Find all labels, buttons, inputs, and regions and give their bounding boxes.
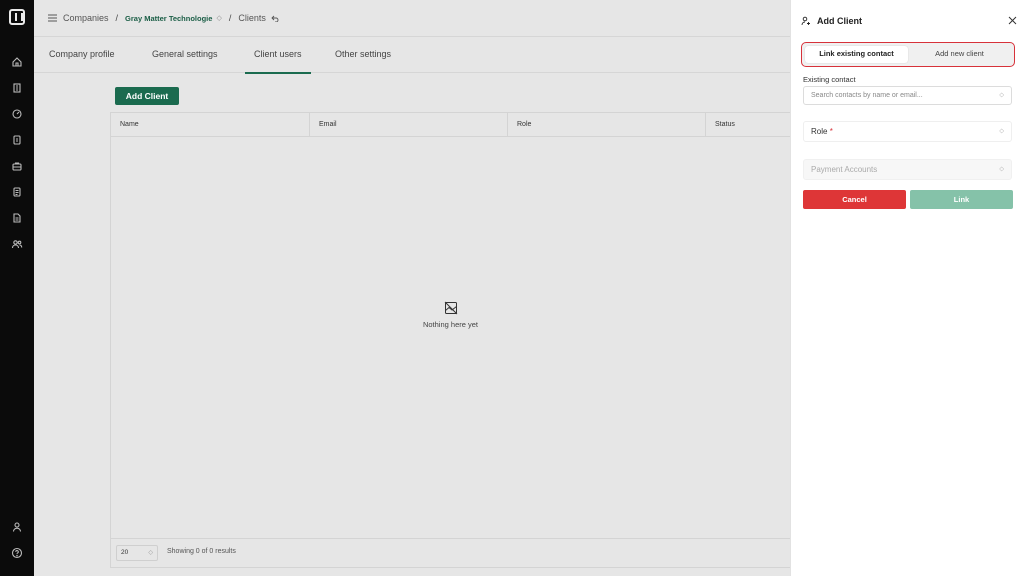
tab-general-settings[interactable]: General settings	[152, 49, 218, 59]
table-header: Name Email Role Status	[111, 113, 790, 137]
per-page-select[interactable]: 20 ◇	[116, 545, 158, 561]
role-select[interactable]: Role * ◇	[803, 121, 1012, 142]
building-icon[interactable]	[11, 82, 23, 94]
chevron-updown-icon: ◇	[999, 166, 1004, 172]
breadcrumb-separator: /	[228, 13, 232, 23]
panel-title: Add Client	[817, 16, 862, 26]
panel-header: Add Client	[801, 14, 1017, 28]
breadcrumb-current: Clients	[238, 13, 266, 23]
no-image-icon	[444, 301, 458, 315]
chevron-updown-icon: ◇	[999, 92, 1004, 98]
contact-search-select[interactable]: Search contacts by name or email... ◇	[803, 86, 1012, 105]
invoice-icon[interactable]	[11, 212, 23, 224]
column-header-status[interactable]: Status	[705, 113, 791, 137]
role-label: Role	[811, 127, 828, 136]
breadcrumb-company[interactable]: Gray Matter Technologie	[125, 14, 212, 23]
breadcrumb-companies[interactable]: Companies	[63, 13, 109, 23]
existing-contact-label: Existing contact	[803, 75, 856, 84]
clients-table: Name Email Role Status Nothing here yet …	[110, 112, 790, 568]
results-summary: Showing 0 of 0 results	[167, 548, 236, 555]
settings-tabs: Company profile General settings Client …	[34, 38, 790, 74]
briefcase-icon[interactable]	[11, 160, 23, 172]
mode-toggle: Link existing contact Add new client	[801, 42, 1015, 67]
breadcrumb: Companies / Gray Matter Technologie ◇ / …	[34, 0, 790, 37]
gauge-icon[interactable]	[11, 108, 23, 120]
empty-state-text: Nothing here yet	[422, 320, 479, 329]
add-client-button[interactable]: Add Client	[115, 87, 179, 105]
tab-company-profile[interactable]: Company profile	[49, 49, 115, 59]
tab-client-users[interactable]: Client users	[245, 49, 310, 74]
segment-add-new[interactable]: Add new client	[908, 46, 1011, 63]
table-footer: 20 ◇ Showing 0 of 0 results	[111, 538, 790, 567]
help-icon[interactable]	[11, 547, 23, 559]
per-page-value: 20	[121, 549, 129, 556]
home-icon[interactable]	[11, 56, 23, 68]
chevron-updown-icon: ◇	[148, 550, 153, 556]
required-marker: *	[829, 127, 833, 136]
tab-other-settings[interactable]: Other settings	[335, 49, 391, 59]
contact-search-placeholder: Search contacts by name or email...	[811, 92, 923, 99]
payment-accounts-label: Payment Accounts	[811, 165, 878, 174]
main-content: Companies / Gray Matter Technologie ◇ / …	[34, 0, 790, 576]
column-header-name[interactable]: Name	[111, 113, 309, 137]
chevron-updown-icon: ◇	[999, 128, 1004, 134]
left-nav-rail	[0, 0, 34, 576]
add-client-panel: Add Client Link existing contact Add new…	[790, 0, 1024, 576]
empty-state: Nothing here yet	[111, 301, 790, 329]
breadcrumb-separator: /	[115, 13, 119, 23]
close-icon[interactable]	[1008, 16, 1017, 25]
app-logo[interactable]	[9, 9, 25, 25]
link-button[interactable]: Link	[910, 190, 1013, 209]
payment-accounts-select[interactable]: Payment Accounts ◇	[803, 159, 1012, 180]
document-icon[interactable]	[11, 186, 23, 198]
chevron-updown-icon[interactable]: ◇	[216, 14, 221, 22]
segment-link-existing[interactable]: Link existing contact	[805, 46, 908, 63]
add-user-icon	[801, 16, 811, 26]
column-header-role[interactable]: Role	[507, 113, 705, 137]
column-header-email[interactable]: Email	[309, 113, 507, 137]
menu-icon[interactable]	[48, 14, 57, 22]
profile-icon[interactable]	[11, 521, 23, 533]
back-arrow-icon[interactable]	[271, 15, 279, 22]
clipboard-icon[interactable]	[11, 134, 23, 146]
cancel-button[interactable]: Cancel	[803, 190, 906, 209]
users-icon[interactable]	[11, 238, 23, 250]
